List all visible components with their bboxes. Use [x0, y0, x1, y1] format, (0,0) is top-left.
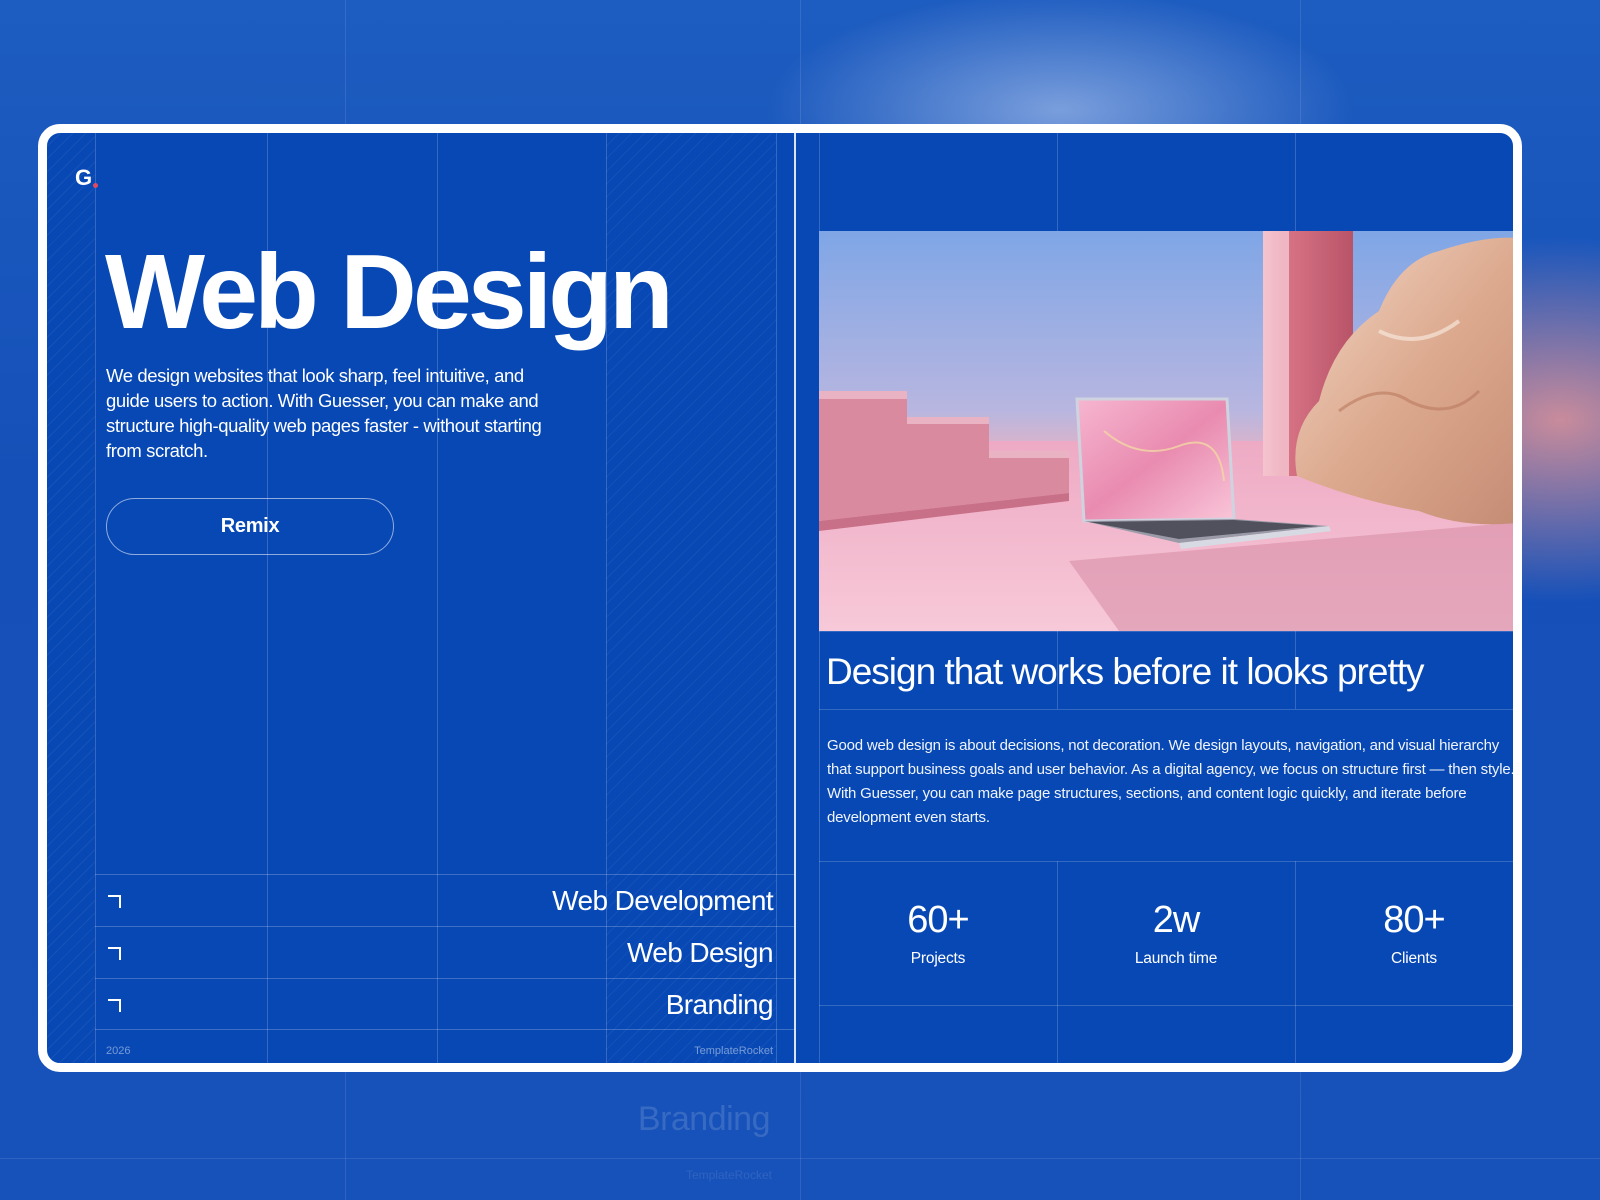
- section-headline: Design that works before it looks pretty: [826, 651, 1425, 692]
- page-title: Web Design: [105, 233, 674, 351]
- stat-label: Clients: [1391, 950, 1437, 967]
- grid-line: [819, 1005, 1513, 1006]
- service-label: Web Development: [552, 885, 773, 916]
- logo[interactable]: G: [75, 165, 92, 191]
- services-list: Web Development Web Design Branding: [95, 874, 794, 1030]
- service-item-web-development[interactable]: Web Development: [95, 874, 794, 926]
- hatch-pattern: [47, 133, 95, 1063]
- stat-label: Projects: [910, 950, 966, 967]
- background-grid-line: [0, 1158, 1600, 1159]
- grid-line: [1057, 133, 1058, 231]
- hero-image: [819, 231, 1513, 631]
- logo-dot: [93, 183, 98, 188]
- corner-arrow-icon: [108, 999, 121, 1012]
- ghost-branding-text: Branding: [637, 1100, 771, 1138]
- stat-launch-time: 2w Launch time: [1057, 861, 1295, 1005]
- corner-arrow-icon: [108, 895, 121, 908]
- page-frame: G Web Design We design websites that loo…: [38, 124, 1522, 1072]
- service-label: Branding: [665, 989, 774, 1020]
- grid-line: [1295, 133, 1296, 231]
- ghost-brand-text: TemplateRocket: [685, 1168, 772, 1182]
- hero-description: We design websites that look sharp, feel…: [106, 365, 542, 461]
- stat-value: 60+: [907, 899, 969, 941]
- footer-brand: TemplateRocket: [694, 1045, 773, 1057]
- grid-line: [819, 709, 1513, 710]
- stat-clients: 80+ Clients: [1295, 861, 1513, 1005]
- footer-year: 2026: [106, 1045, 131, 1057]
- hamburger-menu-icon[interactable]: [1513, 163, 1522, 199]
- service-item-web-design[interactable]: Web Design: [95, 926, 794, 978]
- section-body: Good web design is about decisions, not …: [827, 737, 1515, 826]
- stat-value: 2w: [1152, 899, 1201, 941]
- stats-row: 60+ Projects 2w Launch time 80+ Clients: [819, 861, 1513, 1005]
- remix-button[interactable]: Remix: [106, 498, 394, 555]
- corner-arrow-icon: [108, 947, 121, 960]
- stat-projects: 60+ Projects: [819, 861, 1057, 1005]
- grid-line: [819, 631, 1513, 632]
- column-divider: [794, 133, 796, 1063]
- service-label: Web Design: [626, 937, 774, 968]
- stat-label: Launch time: [1134, 950, 1218, 967]
- stat-value: 80+: [1383, 899, 1445, 941]
- service-item-branding[interactable]: Branding: [95, 978, 794, 1030]
